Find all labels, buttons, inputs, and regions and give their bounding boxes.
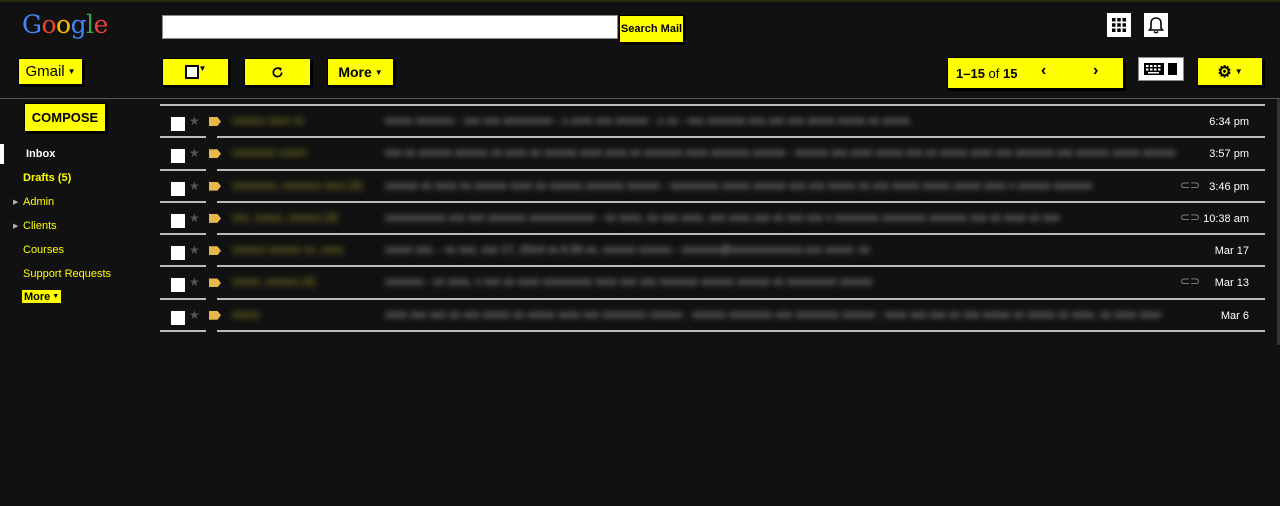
email-sender: xxxxxx xxxxxx xx, xxxx bbox=[232, 244, 344, 257]
email-row[interactable]: ★ xxxxxxxx xxxxx xxx xx xxxxxx xxxxxx xx… bbox=[159, 138, 1265, 171]
sidebar-item-clients[interactable]: ▶ Clients bbox=[0, 214, 150, 238]
previous-page-icon[interactable]: ‹ bbox=[1041, 62, 1046, 80]
top-border bbox=[0, 0, 1280, 2]
email-row[interactable]: ★ xxxxxx xxxxxx xx, xxxx xxxxx xxx. - xx… bbox=[159, 235, 1265, 268]
pagination-control: 1–15 of 15 ‹ › bbox=[947, 57, 1124, 89]
apps-grid-icon[interactable] bbox=[1107, 13, 1131, 37]
sidebar-item-inbox[interactable]: Inbox bbox=[0, 142, 150, 166]
header-divider bbox=[0, 98, 1280, 99]
importance-marker-icon[interactable] bbox=[209, 117, 221, 126]
search-input[interactable] bbox=[162, 15, 618, 39]
email-row[interactable]: ★ xxxxx, xxxxxx (4) xxxxxxx - xx xxxx, x… bbox=[159, 267, 1265, 301]
gear-icon: ⚙ bbox=[1217, 63, 1232, 81]
sidebar-item-admin[interactable]: ▶ Admin bbox=[0, 190, 150, 214]
input-tools-button[interactable] bbox=[1138, 57, 1184, 81]
email-sender: xxxxx, xxxxxx (4) bbox=[232, 276, 316, 289]
chevron-down-icon: ▼ bbox=[374, 67, 383, 77]
email-row[interactable]: ★ xxx, xxxxx, xxxxxx (4) xxxxxxxxxxx xxx… bbox=[159, 203, 1265, 236]
refresh-icon bbox=[272, 66, 283, 77]
gmail-app-switcher-button[interactable]: Gmail ▼ bbox=[18, 58, 83, 85]
email-row[interactable]: ★ xxxxxxxx, xxxxxxx xxxx (4) xxxxxx xx x… bbox=[159, 171, 1265, 204]
row-checkbox[interactable] bbox=[171, 213, 185, 228]
pagination-text: 1–15 of 15 bbox=[956, 65, 1018, 81]
email-snippet: xxxxx xxx. - xx xxx, xxx 17, 2014 xx 6:3… bbox=[385, 244, 870, 257]
google-logo[interactable]: Google bbox=[22, 10, 108, 39]
row-checkbox[interactable] bbox=[171, 117, 185, 131]
star-icon[interactable]: ★ bbox=[189, 275, 200, 289]
email-date: 10:38 am bbox=[1203, 212, 1249, 225]
email-snippet: xxxxx xxxxxxx - xxx xxx xxxxxxxxx - x xx… bbox=[385, 115, 910, 127]
email-snippet: xxxxxx xx xxxx xx xxxxxx xxxx xx xxxxxx … bbox=[385, 179, 1093, 192]
importance-marker-icon[interactable] bbox=[209, 246, 221, 256]
sidebar-item-label: Support Requests bbox=[23, 268, 112, 280]
settings-button[interactable]: ⚙ ▼ bbox=[1197, 57, 1263, 86]
email-snippet: xxxx xxx xxx xx xxx xxxxx xx xxxxx xxxx … bbox=[385, 308, 1162, 321]
email-snippet: xxxxxxx - xx xxxx, x xxx xx xxxx xxxxxxx… bbox=[385, 276, 873, 289]
email-sender: xxxxxx xxxx xx bbox=[232, 115, 305, 127]
sidebar-item-label: Admin bbox=[23, 196, 55, 208]
email-date: Mar 17 bbox=[1214, 245, 1249, 258]
attachment-icon: ⊂⊃ bbox=[1180, 274, 1201, 289]
email-date: 3:57 pm bbox=[1209, 148, 1249, 161]
star-icon[interactable]: ★ bbox=[189, 308, 200, 322]
email-date: Mar 6 bbox=[1220, 309, 1249, 322]
chevron-down-icon: ▼ bbox=[198, 63, 207, 73]
row-checkbox[interactable] bbox=[171, 246, 185, 261]
sidebar-more-button[interactable]: More ▼ bbox=[22, 290, 62, 303]
row-checkbox[interactable] bbox=[171, 310, 185, 325]
email-row[interactable]: ★ xxxxx xxxx xxx xxx xx xxx xxxxx xx xxx… bbox=[159, 300, 1265, 333]
row-checkbox[interactable] bbox=[171, 149, 185, 164]
expand-arrow-icon[interactable]: ▶ bbox=[13, 198, 18, 206]
email-snippet: xxx xx xxxxxx xxxxxx xx xxxx xx xxxxxx x… bbox=[385, 147, 1175, 160]
chevron-down-icon: ▼ bbox=[67, 67, 76, 76]
attachment-icon: ⊂⊃ bbox=[1180, 177, 1201, 192]
importance-marker-icon[interactable] bbox=[209, 213, 221, 223]
email-sender: xxx, xxxxx, xxxxxx (4) bbox=[232, 211, 338, 224]
email-date: 3:46 pm bbox=[1209, 180, 1249, 193]
importance-marker-icon[interactable] bbox=[209, 181, 221, 191]
star-icon[interactable]: ★ bbox=[189, 179, 200, 193]
email-snippet: xxxxxxxxxxx xxx xxx xxxxxxx xxxxxxxxxxxx… bbox=[385, 211, 1060, 224]
sidebar-item-label: Drafts (5) bbox=[23, 172, 72, 184]
sidebar-item-drafts[interactable]: Drafts (5) bbox=[0, 166, 150, 190]
more-actions-button[interactable]: More ▼ bbox=[327, 58, 394, 86]
sidebar-item-label: Clients bbox=[23, 220, 57, 232]
refresh-button[interactable] bbox=[244, 58, 311, 86]
star-icon[interactable]: ★ bbox=[189, 211, 200, 225]
notifications-bell-icon[interactable] bbox=[1144, 13, 1168, 37]
search-mail-button[interactable]: Search Mail bbox=[619, 15, 684, 43]
email-date: Mar 13 bbox=[1214, 277, 1249, 290]
select-all-button[interactable]: ▼ bbox=[162, 58, 229, 86]
email-sender: xxxxxxxx xxxxx bbox=[232, 147, 307, 160]
importance-marker-icon[interactable] bbox=[209, 278, 221, 288]
importance-marker-icon[interactable] bbox=[209, 310, 221, 320]
email-sender: xxxxx bbox=[232, 308, 260, 321]
sidebar-item-label: Courses bbox=[23, 244, 64, 256]
chevron-down-icon: ▼ bbox=[1234, 67, 1243, 76]
email-list: ★ xxxxxx xxxx xx xxxxx xxxxxxx - xxx xxx… bbox=[159, 104, 1265, 333]
sidebar-item-label: Inbox bbox=[26, 148, 56, 160]
star-icon[interactable]: ★ bbox=[189, 243, 200, 257]
importance-marker-icon[interactable] bbox=[209, 149, 221, 159]
email-sender: xxxxxxxx, xxxxxxx xxxx (4) bbox=[232, 179, 363, 192]
sidebar-nav: Inbox Drafts (5) ▶ Admin ▶ Clients Cours… bbox=[0, 142, 150, 286]
star-icon[interactable]: ★ bbox=[189, 114, 200, 128]
row-checkbox[interactable] bbox=[171, 278, 185, 293]
sidebar-item-courses[interactable]: Courses bbox=[0, 238, 150, 262]
expand-arrow-icon[interactable]: ▶ bbox=[13, 222, 18, 230]
email-date: 6:34 pm bbox=[1209, 116, 1249, 128]
compose-button[interactable]: COMPOSE bbox=[24, 103, 106, 132]
star-icon[interactable]: ★ bbox=[189, 146, 200, 160]
keyboard-icon bbox=[1144, 63, 1177, 75]
chevron-down-icon: ▼ bbox=[52, 293, 60, 300]
row-checkbox[interactable] bbox=[171, 181, 185, 196]
next-page-icon[interactable]: › bbox=[1093, 62, 1098, 80]
sidebar-item-support-requests[interactable]: Support Requests bbox=[0, 262, 150, 286]
checkbox-icon bbox=[184, 65, 199, 79]
email-row[interactable]: ★ xxxxxx xxxx xx xxxxx xxxxxxx - xxx xxx… bbox=[159, 106, 1265, 139]
attachment-icon: ⊂⊃ bbox=[1180, 209, 1201, 224]
